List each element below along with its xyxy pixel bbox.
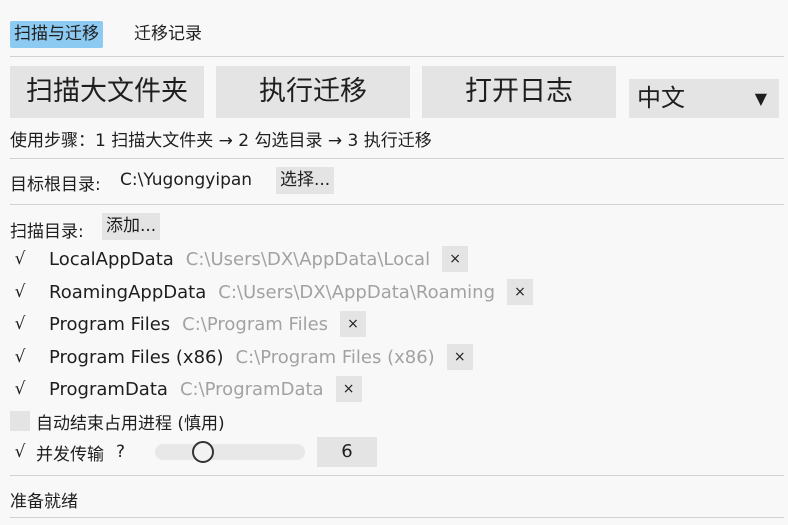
divider <box>10 158 784 159</box>
checkbox-localappdata[interactable]: √ <box>10 249 30 269</box>
dir-name: ProgramData <box>49 378 168 400</box>
divider <box>10 517 784 518</box>
dir-name: Program Files <box>49 313 171 335</box>
remove-dir-button[interactable]: × <box>340 311 367 337</box>
auto-kill-checkbox[interactable] <box>10 411 30 431</box>
concurrency-slider[interactable] <box>155 444 305 460</box>
triangle-down-icon: ▼ <box>754 89 767 108</box>
dir-path: C:\Users\DX\AppData\Roaming <box>218 281 496 303</box>
add-scan-dir-button[interactable]: 添加... <box>102 213 161 240</box>
dir-path: C:\ProgramData <box>179 378 324 400</box>
target-root-value: C:\Yugongyipan <box>120 170 253 190</box>
tab-migration-history[interactable]: 迁移记录 <box>130 21 206 48</box>
divider <box>10 204 784 205</box>
list-item: √ LocalAppData C:\Users\DX\AppData\Local… <box>10 245 469 273</box>
tab-scan-migrate[interactable]: 扫描与迁移 <box>10 21 103 48</box>
choose-target-button[interactable]: 选择... <box>276 167 335 194</box>
dir-path: C:\Program Files (x86) <box>235 346 435 368</box>
checkbox-programdata[interactable]: √ <box>10 379 30 399</box>
remove-dir-button[interactable]: × <box>446 344 473 370</box>
status-text: 准备就绪 <box>10 492 78 512</box>
usage-steps-text: 使用步骤：1 扫描大文件夹 → 2 勾选目录 → 3 执行迁移 <box>10 131 432 151</box>
dir-path: C:\Program Files <box>182 313 329 335</box>
concurrent-checkbox[interactable]: √ <box>10 442 30 462</box>
checkbox-roamingappdata[interactable]: √ <box>10 282 30 302</box>
list-item: √ RoamingAppData C:\Users\DX\AppData\Roa… <box>10 278 534 306</box>
language-selected-value: 中文 <box>637 84 685 112</box>
checkbox-program-files[interactable]: √ <box>10 314 30 334</box>
concurrent-label: 并发传输 <box>36 444 104 465</box>
concurrent-option: √ 并发传输 ? <box>10 438 125 466</box>
remove-dir-button[interactable]: × <box>335 376 362 402</box>
list-item: √ ProgramData C:\ProgramData × <box>10 375 362 403</box>
list-item: √ Program Files C:\Program Files × <box>10 310 367 338</box>
remove-dir-button[interactable]: × <box>442 246 469 272</box>
auto-kill-label: 自动结束占用进程 (慎用) <box>36 413 225 434</box>
open-log-button[interactable]: 打开日志 <box>422 66 616 118</box>
target-root-label: 目标根目录: <box>10 175 101 195</box>
auto-kill-option: 自动结束占用进程 (慎用) <box>10 407 225 435</box>
dir-name: Program Files (x86) <box>49 346 224 368</box>
concurrency-value[interactable]: 6 <box>317 437 377 467</box>
help-icon[interactable]: ? <box>116 442 125 462</box>
divider <box>10 475 784 476</box>
divider <box>10 56 784 57</box>
checkbox-program-files-x86[interactable]: √ <box>10 347 30 367</box>
concurrency-slider-handle[interactable] <box>192 441 214 463</box>
list-item: √ Program Files (x86) C:\Program Files (… <box>10 343 473 371</box>
dir-name: RoamingAppData <box>49 281 207 303</box>
language-select[interactable]: 中文 ▼ <box>629 79 779 118</box>
dir-name: LocalAppData <box>49 248 174 270</box>
scan-large-folders-button[interactable]: 扫描大文件夹 <box>10 66 204 118</box>
execute-migration-button[interactable]: 执行迁移 <box>216 66 410 118</box>
remove-dir-button[interactable]: × <box>507 279 534 305</box>
scan-dirs-label: 扫描目录: <box>10 222 84 242</box>
dir-path: C:\Users\DX\AppData\Local <box>185 248 431 270</box>
